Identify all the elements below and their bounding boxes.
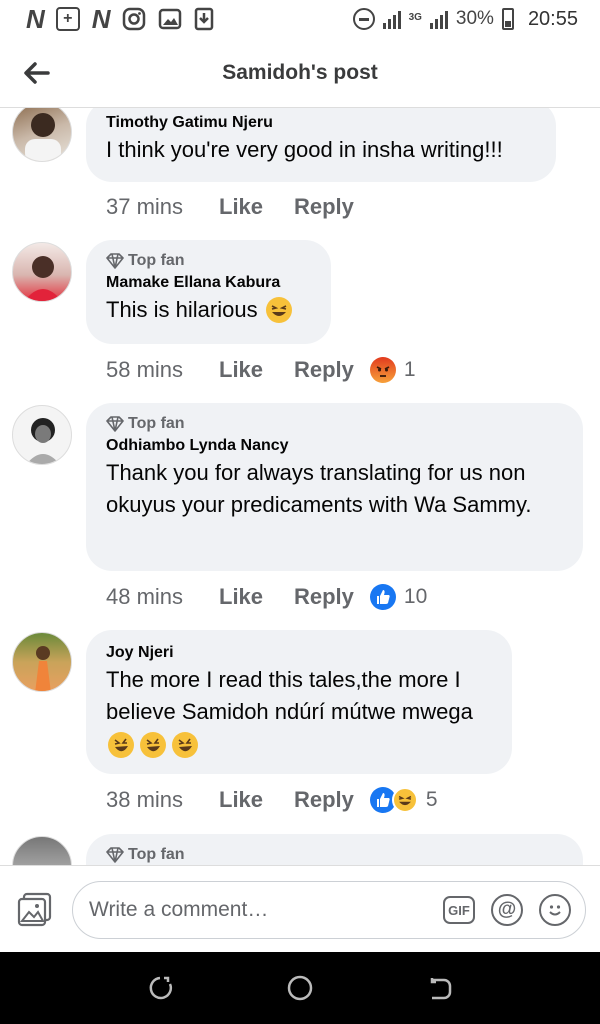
comment-composer: Write a comment… GIF @ bbox=[0, 865, 600, 952]
avatar[interactable] bbox=[12, 108, 72, 162]
back-arrow-icon bbox=[24, 61, 50, 84]
comment-text: This is hilarious bbox=[106, 297, 258, 322]
comment-author[interactable]: Timothy Gatimu Njeru bbox=[106, 112, 536, 134]
comment-actions: 38 mins Like Reply 5 bbox=[106, 784, 438, 816]
comment-actions: 58 mins Like Reply 1 bbox=[106, 354, 416, 386]
photo-button[interactable] bbox=[16, 892, 54, 928]
back-nav-icon bbox=[430, 978, 452, 1000]
comment-input[interactable]: Write a comment… GIF @ bbox=[72, 881, 586, 939]
signal-icon bbox=[382, 9, 401, 29]
reply-button[interactable]: Reply bbox=[294, 194, 354, 220]
like-button[interactable]: Like bbox=[219, 787, 294, 813]
smiley-icon bbox=[549, 905, 561, 916]
like-reaction-icon bbox=[369, 584, 396, 610]
app-header: Samidoh's post bbox=[0, 38, 600, 108]
comment-bubble[interactable]: Top fan Mamake Ellana Kabura This is hil… bbox=[86, 240, 331, 344]
diamond-icon bbox=[106, 416, 124, 432]
like-button[interactable]: Like bbox=[219, 357, 294, 383]
comment-text: I think you're very good in insha writin… bbox=[106, 137, 503, 162]
comments-list[interactable]: Timothy Gatimu Njeru I think you're very… bbox=[0, 108, 600, 865]
comment-input-placeholder: Write a comment… bbox=[89, 898, 269, 921]
comment-text: Thank you for always translating for us … bbox=[106, 460, 532, 517]
avatar[interactable] bbox=[12, 632, 72, 692]
like-button[interactable]: Like bbox=[219, 584, 294, 610]
diamond-icon bbox=[106, 253, 124, 269]
comment-actions: 37 mins Like Reply bbox=[106, 191, 370, 223]
laughing-emoji-icon bbox=[265, 297, 292, 323]
network-type: 3G bbox=[408, 11, 422, 23]
laughing-emojis bbox=[108, 732, 198, 759]
avatar[interactable] bbox=[12, 836, 72, 865]
comment-time[interactable]: 58 mins bbox=[106, 357, 219, 383]
status-system-icons: 3G 30% 20:55 bbox=[352, 7, 578, 31]
reply-button[interactable]: Reply bbox=[294, 787, 354, 813]
reaction-count: 1 bbox=[403, 358, 416, 381]
gif-button[interactable]: GIF bbox=[443, 896, 475, 924]
comment-bubble[interactable]: Top fan Odhiambo Lynda Nancy Thank you f… bbox=[86, 403, 583, 571]
recent-apps-icon bbox=[149, 976, 173, 1000]
battery-percent: 30% bbox=[455, 8, 494, 29]
top-fan-badge: Top fan bbox=[106, 250, 311, 272]
rofl-emoji-icon bbox=[172, 732, 198, 759]
emoji-button[interactable] bbox=[539, 894, 571, 926]
home-icon bbox=[287, 975, 313, 1001]
rofl-emoji-icon bbox=[140, 732, 166, 759]
system-navigation-bar bbox=[0, 952, 600, 1024]
comment-author[interactable]: Mamake Ellana Kabura bbox=[106, 272, 311, 294]
top-fan-badge: Top fan bbox=[106, 844, 563, 865]
status-notification-icons: N + N bbox=[26, 4, 214, 35]
nation-app-icon-2: N bbox=[91, 3, 111, 34]
nation-app-icon: N bbox=[26, 3, 45, 34]
back-button[interactable] bbox=[0, 38, 72, 108]
top-fan-label: Top fan bbox=[128, 415, 185, 432]
haha-reaction-icon bbox=[391, 787, 418, 813]
composer-tools: GIF @ bbox=[443, 894, 571, 926]
avatar[interactable] bbox=[12, 405, 72, 465]
battery-icon bbox=[501, 8, 514, 30]
reaction-count: 5 bbox=[425, 788, 438, 811]
top-fan-label: Top fan bbox=[128, 252, 185, 269]
reply-button[interactable]: Reply bbox=[294, 357, 354, 383]
top-fan-label: Top fan bbox=[128, 846, 185, 863]
like-button[interactable]: Like bbox=[219, 194, 294, 220]
reply-button[interactable]: Reply bbox=[294, 584, 354, 610]
signal-icon-2 bbox=[429, 9, 448, 29]
comment-author[interactable]: Odhiambo Lynda Nancy bbox=[106, 435, 563, 457]
comment-time[interactable]: 38 mins bbox=[106, 787, 219, 813]
comment-bubble[interactable]: Timothy Gatimu Njeru I think you're very… bbox=[86, 108, 556, 182]
instagram-icon bbox=[122, 7, 145, 31]
reaction-summary[interactable]: 1 bbox=[369, 357, 416, 383]
download-icon bbox=[194, 7, 213, 31]
angry-reaction-icon bbox=[369, 357, 396, 383]
plus-app-icon: + bbox=[55, 7, 80, 31]
comment-bubble[interactable]: Joy Njeri The more I read this tales,the… bbox=[86, 630, 512, 774]
reaction-summary[interactable]: 10 bbox=[369, 584, 428, 610]
top-fan-badge: Top fan bbox=[106, 413, 563, 435]
comment-author[interactable]: Joy Njeri bbox=[106, 642, 492, 664]
reaction-summary[interactable]: 5 bbox=[369, 787, 438, 813]
back-nav-button[interactable] bbox=[420, 968, 460, 1008]
comment-bubble[interactable]: Top fan bbox=[86, 834, 583, 865]
avatar[interactable] bbox=[12, 242, 72, 302]
dnd-icon bbox=[352, 8, 375, 30]
home-button[interactable] bbox=[280, 968, 320, 1008]
comment-actions: 48 mins Like Reply 10 bbox=[106, 581, 427, 613]
rofl-emoji-icon bbox=[108, 732, 134, 759]
comment-text: The more I read this tales,the more I be… bbox=[106, 667, 473, 724]
page-title: Samidoh's post bbox=[222, 60, 378, 84]
clock: 20:55 bbox=[527, 7, 578, 30]
diamond-icon bbox=[106, 847, 124, 863]
comment-time[interactable]: 37 mins bbox=[106, 194, 219, 220]
recent-apps-button[interactable] bbox=[140, 968, 180, 1008]
status-bar: N + N 3G 30% 20:55 bbox=[0, 0, 600, 38]
mention-button[interactable]: @ bbox=[491, 894, 523, 926]
gallery-icon bbox=[158, 8, 181, 30]
reaction-count: 10 bbox=[403, 585, 428, 608]
comment-time[interactable]: 48 mins bbox=[106, 584, 219, 610]
photo-icon bbox=[17, 892, 52, 927]
